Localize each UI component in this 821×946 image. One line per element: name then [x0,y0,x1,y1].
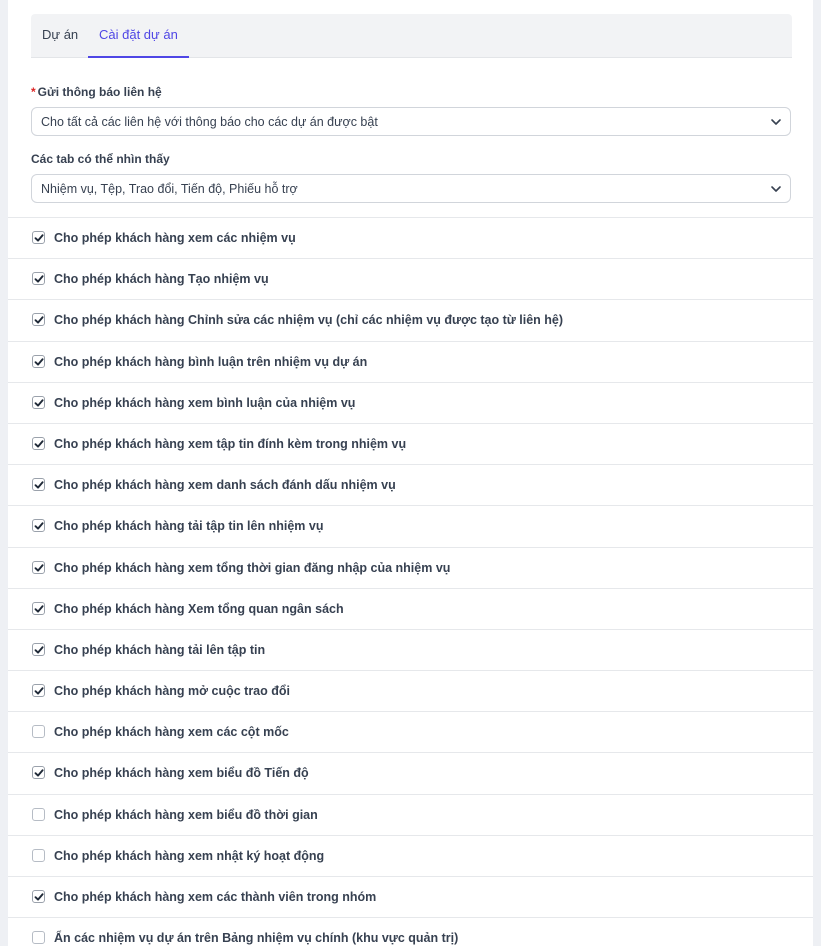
permission-label: Cho phép khách hàng xem nhật ký hoạt độn… [54,848,325,863]
permission-row: Cho phép khách hàng xem các nhiệm vụ [8,218,813,260]
permission-row: Cho phép khách hàng xem các thành viên t… [8,877,813,919]
tab-bar: Dự án Cài đặt dự án [31,14,792,58]
permission-label: Ẩn các nhiệm vụ dự án trên Bảng nhiệm vụ… [54,931,459,946]
permission-label: Cho phép khách hàng mở cuộc trao đổi [54,684,290,699]
visible-tabs-select[interactable]: Nhiệm vụ, Tệp, Trao đổi, Tiến độ, Phiếu … [31,174,791,203]
check-icon [34,275,44,283]
permission-label: Cho phép khách hàng xem các nhiệm vụ [54,231,296,245]
permission-label: Cho phép khách hàng xem các cột mốc [54,725,289,740]
permission-row: Cho phép khách hàng Xem tổng quan ngân s… [8,589,813,630]
permission-checkbox[interactable] [32,684,45,698]
permission-row: Cho phép khách hàng xem tập tin đính kèm… [8,424,813,466]
permission-checkbox[interactable] [32,354,45,368]
permission-checkbox[interactable] [32,519,45,533]
check-icon [34,769,44,777]
permission-checkbox[interactable] [32,436,45,450]
permission-label: Cho phép khách hàng xem tổng thời gian đ… [54,560,451,575]
permission-label: Cho phép khách hàng xem bình luận của nh… [54,395,356,410]
check-icon [34,893,44,901]
permission-checkbox[interactable] [32,560,45,574]
permission-checkbox[interactable] [32,725,45,739]
permission-checkbox[interactable] [32,642,45,656]
permission-row: Cho phép khách hàng Tạo nhiệm vụ [8,259,813,301]
permission-label: Cho phép khách hàng tải tập tin lên nhiệ… [54,519,324,534]
permission-label: Cho phép khách hàng xem tập tin đính kèm… [54,436,407,451]
permission-checkbox[interactable] [32,313,45,327]
chevron-down-icon [771,119,781,125]
check-icon [34,316,44,324]
permission-checkbox[interactable] [32,766,45,780]
send-notifications-select[interactable]: Cho tất cả các liên hệ với thông báo cho… [31,107,791,136]
permission-label: Cho phép khách hàng bình luận trên nhiệm… [54,354,368,369]
visible-tabs-label: Các tab có thể nhìn thấy [31,152,170,166]
permission-label: Cho phép khách hàng xem danh sách đánh d… [54,478,396,493]
visible-tabs-value: Nhiệm vụ, Tệp, Trao đổi, Tiến độ, Phiếu … [41,182,298,196]
permission-label: Cho phép khách hàng tải lên tập tin [54,642,266,657]
permission-label: Cho phép khách hàng xem biểu đồ thời gia… [54,807,318,822]
permission-row: Cho phép khách hàng xem biểu đồ thời gia… [8,795,813,836]
permission-checkbox[interactable] [32,478,45,492]
permission-row: Cho phép khách hàng bình luận trên nhiệm… [8,342,813,383]
check-icon [34,687,44,695]
send-notifications-label: * Gửi thông báo liên hệ [31,85,162,99]
permission-checkbox[interactable] [32,848,45,862]
required-mark: * [31,85,36,99]
project-settings-panel: Dự án Cài đặt dự án * Gửi thông báo liên … [8,0,813,946]
check-icon [34,357,44,366]
permission-checkbox[interactable] [32,601,45,615]
permission-label: Cho phép khách hàng Tạo nhiệm vụ [54,272,269,287]
permission-row: Cho phép khách hàng tải tập tin lên nhiệ… [8,506,813,548]
permission-row: Cho phép khách hàng xem tổng thời gian đ… [8,548,813,589]
permission-row: Ẩn các nhiệm vụ dự án trên Bảng nhiệm vụ… [8,918,813,946]
tab-project-settings[interactable]: Cài đặt dự án [88,14,189,58]
check-icon [34,604,44,613]
permission-row: Cho phép khách hàng xem bình luận của nh… [8,383,813,424]
send-notifications-value: Cho tất cả các liên hệ với thông báo cho… [41,115,378,129]
permission-label: Cho phép khách hàng xem biểu đồ Tiến độ [54,766,309,781]
permission-row: Cho phép khách hàng tải lên tập tin [8,630,813,672]
permission-label: Cho phép khách hàng Chỉnh sửa các nhiệm … [54,313,564,328]
check-icon [34,522,44,530]
permission-row: Cho phép khách hàng Chỉnh sửa các nhiệm … [8,300,813,342]
permission-row: Cho phép khách hàng xem các cột mốc [8,712,813,754]
permission-row: Cho phép khách hàng mở cuộc trao đổi [8,671,813,713]
permission-row: Cho phép khách hàng xem danh sách đánh d… [8,465,813,507]
permission-row: Cho phép khách hàng xem nhật ký hoạt độn… [8,836,813,877]
permission-checkbox[interactable] [32,931,45,945]
permission-checkbox[interactable] [32,231,45,244]
check-icon [34,481,44,489]
permission-checkbox[interactable] [32,395,45,409]
permission-label: Cho phép khách hàng Xem tổng quan ngân s… [54,601,344,616]
check-icon [34,440,44,448]
permission-checkbox[interactable] [32,272,45,286]
check-icon [34,563,44,572]
permission-label: Cho phép khách hàng xem các thành viên t… [54,890,377,904]
send-notifications-label-text: Gửi thông báo liên hệ [37,85,162,99]
check-icon [34,234,44,242]
check-icon [34,399,44,407]
permission-checkbox[interactable] [32,890,45,903]
tab-project[interactable]: Dự án [42,14,78,57]
permission-row: Cho phép khách hàng xem biểu đồ Tiến độ [8,753,813,795]
check-icon [34,646,44,654]
permission-list: Cho phép khách hàng xem các nhiệm vụ Cho … [8,217,813,946]
chevron-down-icon [771,186,781,192]
permission-checkbox[interactable] [32,807,45,821]
